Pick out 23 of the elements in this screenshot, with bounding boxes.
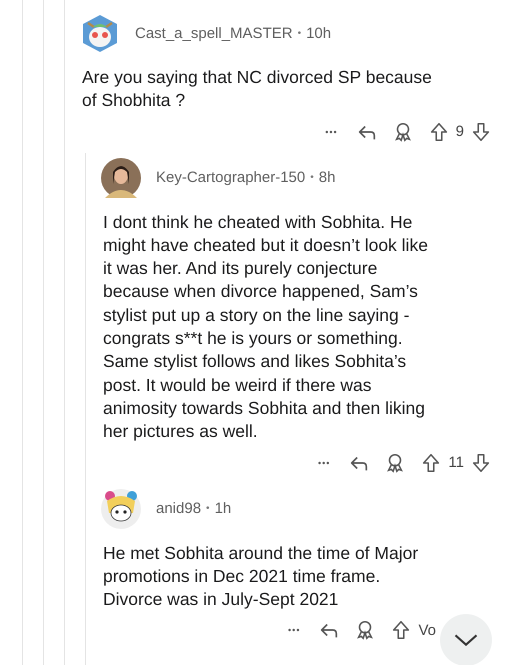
username[interactable]: anid98	[156, 500, 202, 518]
separator-dot: •	[298, 28, 302, 38]
scroll-down-button[interactable]	[440, 614, 492, 665]
timestamp: 10h	[306, 24, 332, 42]
comment-text: I dont think he cheated with Sobhita. He might have cheated but it doesn’t look like it was her. And its purely conjecture because when divorce happened, Sam’s stylist put up a story on the line saying - congrats s**t he is yours or something. Same stylist follows and likes Sobhita’s post. It would be weird if there was animosity towards Sobhita and then liking her pictures as well.	[103, 210, 429, 444]
more-options-button[interactable]: •••	[318, 458, 330, 468]
avatar-icon[interactable]	[101, 158, 141, 198]
downvote-icon[interactable]	[470, 120, 492, 143]
comment-text: He met Sobhita around the time of Major promotions in Dec 2021 time frame. Divorce was in July-Sept 2021	[103, 542, 420, 612]
more-options-button[interactable]: •••	[288, 625, 300, 636]
separator-dot: •	[206, 503, 210, 514]
downvote-icon[interactable]	[470, 452, 492, 474]
vote-count: Vo	[418, 622, 436, 639]
username[interactable]: Key-Cartographer-150	[156, 169, 306, 186]
timestamp: 8h	[318, 169, 336, 186]
vote-count: 11	[448, 454, 464, 472]
more-options-button[interactable]: •••	[325, 126, 338, 137]
avatar-icon[interactable]	[101, 488, 141, 529]
timestamp: 1h	[214, 500, 232, 518]
separator-dot: •	[310, 172, 314, 184]
vote-count: 9	[456, 123, 464, 140]
username[interactable]: Cast_a_spell_MASTER	[135, 24, 293, 42]
comment-text: Are you saying that NC divorced SP because of Shobhita ?	[82, 66, 433, 112]
